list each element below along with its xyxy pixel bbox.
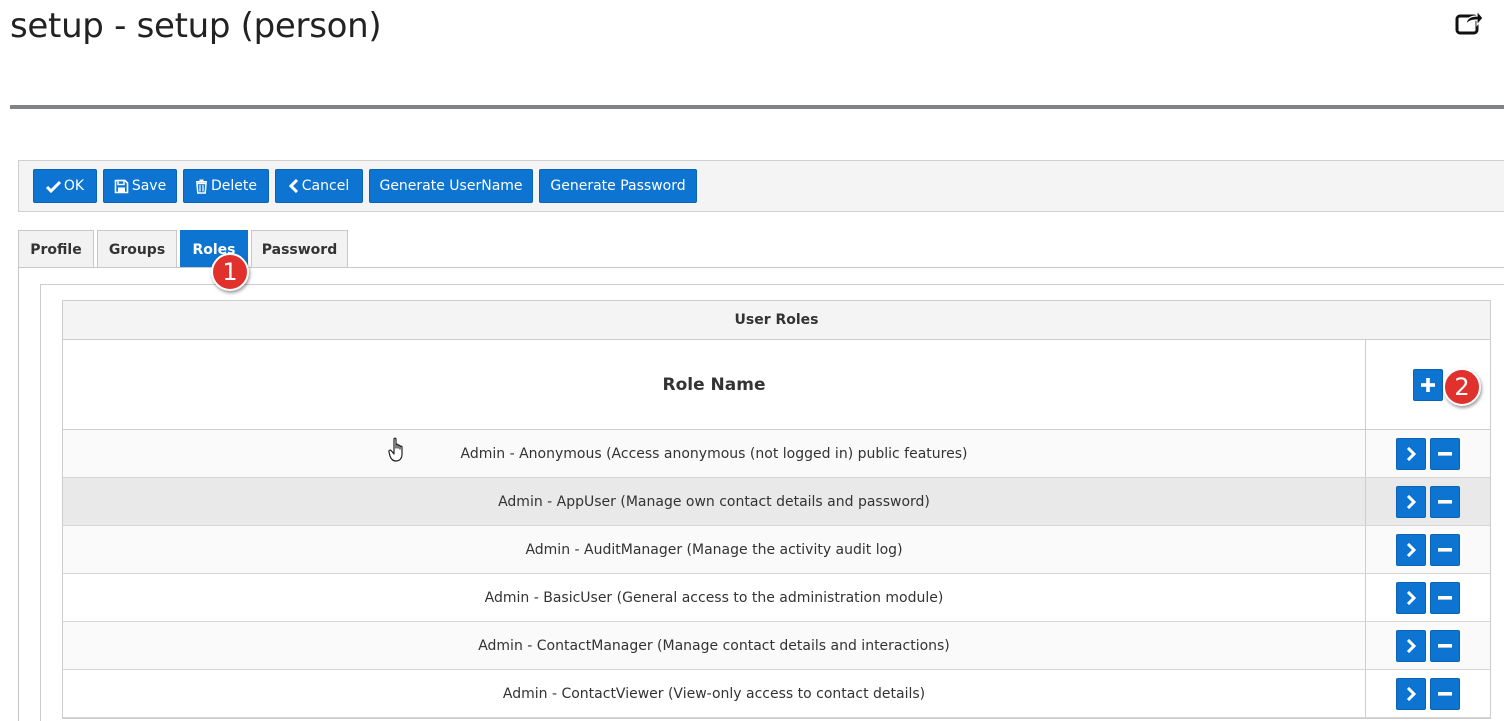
minus-icon <box>1438 595 1452 600</box>
hand-pointer-icon <box>388 437 403 462</box>
tab-profile-label: Profile <box>30 241 82 258</box>
role-name-cell: Admin - AuditManager (Manage the activit… <box>63 526 1366 573</box>
chevron-right-icon <box>1406 590 1416 605</box>
open-role-button[interactable] <box>1396 437 1426 470</box>
user-roles-grid: User Roles Role Name Admin - Anonymous (… <box>62 300 1491 719</box>
remove-role-button[interactable] <box>1430 629 1460 662</box>
row-actions <box>1366 526 1490 573</box>
role-name-cell: Admin - ContactViewer (View-only access … <box>63 670 1366 717</box>
role-name-cell: Admin - Anonymous (Access anonymous (not… <box>63 430 1366 477</box>
delete-button-label: Delete <box>211 178 257 194</box>
step-badge-2: 2 <box>1443 368 1481 406</box>
save-button-label: Save <box>131 178 167 194</box>
tab-password-label: Password <box>261 241 338 258</box>
minus-icon <box>1438 547 1452 552</box>
table-row: Admin - ContactViewer (View-only access … <box>63 670 1490 718</box>
chevron-right-icon <box>1406 446 1416 461</box>
check-icon <box>45 180 61 193</box>
grid-header-row: Role Name <box>63 340 1490 430</box>
role-name-header-label: Role Name <box>662 374 766 395</box>
chevron-right-icon <box>1406 686 1416 701</box>
chevron-right-icon <box>1406 638 1416 653</box>
remove-role-button[interactable] <box>1430 485 1460 518</box>
row-actions <box>1366 430 1490 477</box>
generate-password-button[interactable]: Generate Password <box>539 169 697 203</box>
chevron-right-icon <box>1406 494 1416 509</box>
table-row: Admin - Anonymous (Access anonymous (not… <box>63 430 1490 478</box>
tab-groups[interactable]: Groups <box>97 230 177 268</box>
minus-icon <box>1438 451 1452 456</box>
share-icon[interactable] <box>1454 8 1484 36</box>
row-actions <box>1366 622 1490 669</box>
tab-content-border <box>18 267 19 721</box>
generate-password-button-label: Generate Password <box>550 178 686 194</box>
cancel-button-label: Cancel <box>301 178 350 194</box>
save-button[interactable]: Save <box>103 169 177 203</box>
tab-groups-label: Groups <box>108 241 166 258</box>
add-role-button[interactable] <box>1413 368 1443 401</box>
table-row: Admin - BasicUser (General access to the… <box>63 574 1490 622</box>
tab-password[interactable]: Password <box>251 230 348 268</box>
open-role-button[interactable] <box>1396 677 1426 710</box>
minus-icon <box>1438 643 1452 648</box>
delete-button[interactable]: Delete <box>183 169 269 203</box>
cancel-button[interactable]: Cancel <box>275 169 363 203</box>
tab-profile[interactable]: Profile <box>18 230 94 268</box>
generate-username-button[interactable]: Generate UserName <box>369 169 533 203</box>
floppy-disk-icon <box>114 179 129 193</box>
role-name-cell: Admin - ContactManager (Manage contact d… <box>63 622 1366 669</box>
remove-role-button[interactable] <box>1430 533 1460 566</box>
role-name-column-header: Role Name <box>63 340 1366 429</box>
title-divider <box>10 105 1504 109</box>
role-name-cell: Admin - BasicUser (General access to the… <box>63 574 1366 621</box>
table-row: Admin - ContactManager (Manage contact d… <box>63 622 1490 670</box>
remove-role-button[interactable] <box>1430 437 1460 470</box>
minus-icon <box>1438 499 1452 504</box>
table-row: Admin - AppUser (Manage own contact deta… <box>63 478 1490 526</box>
chevron-right-icon <box>1406 542 1416 557</box>
ok-button[interactable]: OK <box>33 169 97 203</box>
table-row: Admin - AuditManager (Manage the activit… <box>63 526 1490 574</box>
open-role-button[interactable] <box>1396 629 1426 662</box>
open-role-button[interactable] <box>1396 533 1426 566</box>
ok-button-label: OK <box>63 178 85 194</box>
toolbar: OK Save Delete Cancel Generate UserName … <box>18 160 1504 212</box>
trash-icon <box>196 179 207 194</box>
chevron-left-icon <box>288 179 298 193</box>
open-role-button[interactable] <box>1396 581 1426 614</box>
minus-icon <box>1438 691 1452 696</box>
remove-role-button[interactable] <box>1430 677 1460 710</box>
generate-username-button-label: Generate UserName <box>379 178 523 194</box>
row-actions <box>1366 574 1490 621</box>
role-name-cell: Admin - AppUser (Manage own contact deta… <box>63 478 1366 525</box>
remove-role-button[interactable] <box>1430 581 1460 614</box>
row-actions <box>1366 670 1490 717</box>
grid-caption: User Roles <box>63 301 1490 340</box>
step-badge-1: 1 <box>211 253 249 291</box>
plus-icon <box>1421 377 1435 392</box>
open-role-button[interactable] <box>1396 485 1426 518</box>
page-title: setup - setup (person) <box>10 6 382 46</box>
row-actions <box>1366 478 1490 525</box>
